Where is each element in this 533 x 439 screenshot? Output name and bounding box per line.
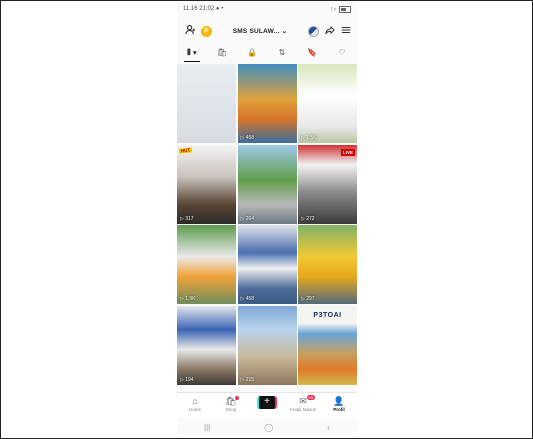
nav-inbox[interactable]: ✉ Kotak Masuk 99 xyxy=(288,395,318,412)
thumbnail-title: P3TOAI xyxy=(313,311,342,319)
tab-bookmark-icon[interactable]: 🔖 xyxy=(301,46,323,62)
view-count: ▷ 264 xyxy=(240,215,255,222)
coin-icon[interactable]: P xyxy=(201,25,212,37)
view-count: ▷ 215 xyxy=(240,376,255,383)
bookmark-icon: 🔖 xyxy=(307,48,317,57)
nav-create-plus[interactable]: + xyxy=(252,396,282,409)
video-grid: ▷ 458 ▷ 1.5K HUT ▷ 317 ▷ 264 LIVE ▷ 272 ▷ 1.9K ▷… xyxy=(177,64,357,390)
video-thumbnail[interactable]: ▷ 194 xyxy=(177,305,236,385)
view-count: ▷ 194 xyxy=(180,376,194,383)
video-thumbnail[interactable]: ▷ 1.5K xyxy=(298,64,357,143)
nav-profile[interactable]: 👤 Profil xyxy=(324,396,354,412)
recent-apps-icon[interactable]: ||| xyxy=(204,423,210,432)
phone-screen: 11.16 21:02 ● • ⁝ ‹ P SMS SULAW... ⌄ ⦀ ▾… xyxy=(177,2,357,434)
status-time: 11.16 21:02 ● • xyxy=(183,6,224,12)
liked-heart-icon: ♡ xyxy=(338,48,346,57)
video-thumbnail[interactable]: ▷ 1.9K xyxy=(177,225,236,304)
tab-shop-icon[interactable]: 🛍 xyxy=(211,46,233,62)
nav-shop[interactable]: 🛍 Shop xyxy=(216,396,246,412)
system-navigation-bar: ||| ◯ ‹ xyxy=(177,420,357,434)
profile-header: P SMS SULAW... ⌄ xyxy=(177,20,357,42)
tab-repost-icon[interactable]: ⇅ xyxy=(271,46,293,62)
nav-label: Profil xyxy=(333,407,345,412)
video-thumbnail[interactable]: ▷ 458 xyxy=(237,225,297,304)
videos-grid-icon: ⦀ ▾ xyxy=(187,48,197,57)
view-count: ▷ 1.9K xyxy=(180,296,196,302)
video-thumbnail[interactable] xyxy=(177,64,236,143)
signal-icon: ⁝ ‹ xyxy=(330,6,336,13)
share-icon[interactable] xyxy=(325,22,335,40)
video-thumbnail[interactable]: ▷ 297 xyxy=(298,225,357,304)
shop-icon: 🛍 xyxy=(216,48,228,57)
status-indicators: ⁝ ‹ xyxy=(330,5,351,13)
video-thumbnail[interactable]: LIVE ▷ 272 xyxy=(298,144,357,224)
inbox-icon: ✉ xyxy=(299,396,307,406)
tab-videos-grid-icon[interactable]: ⦀ ▾ xyxy=(181,46,203,62)
unread-count-badge: 99 xyxy=(306,395,315,400)
tab-private-lock-icon[interactable]: 🔒 xyxy=(241,46,263,62)
notification-dot xyxy=(235,396,239,400)
private-lock-icon: 🔒 xyxy=(247,48,257,57)
status-bar: 11.16 21:02 ● • ⁝ ‹ xyxy=(177,2,357,16)
view-count: ▷ 297 xyxy=(301,296,315,302)
nav-label: Kotak Masuk xyxy=(289,407,316,412)
menu-icon[interactable] xyxy=(341,22,351,40)
nav-home[interactable]: ⌂ Home xyxy=(180,396,210,412)
add-friend-icon[interactable] xyxy=(183,24,197,38)
view-count: ▷ 272 xyxy=(301,215,315,222)
avatar-icon[interactable] xyxy=(308,25,319,37)
home-circle-icon[interactable]: ◯ xyxy=(264,423,273,432)
header-actions xyxy=(308,22,351,40)
video-thumbnail[interactable]: HUT ▷ 317 xyxy=(177,144,236,224)
view-count: ▷ 1.5K xyxy=(301,135,317,141)
home-icon: ⌂ xyxy=(192,396,198,406)
video-thumbnail[interactable]: ▷ 458 xyxy=(237,64,297,143)
video-thumbnail[interactable]: ▷ 264 xyxy=(237,144,297,224)
view-count: ▷ 317 xyxy=(180,215,194,222)
profile-tabs: ⦀ ▾ 🛍 🔒 ⇅ 🔖 ♡ xyxy=(177,46,357,62)
nav-label: Shop xyxy=(225,407,237,412)
view-count: ▷ 458 xyxy=(240,135,255,141)
account-switcher[interactable]: SMS SULAW... ⌄ xyxy=(212,27,308,35)
profile-icon: 👤 xyxy=(333,396,345,406)
view-count: ▷ 458 xyxy=(240,296,255,302)
create-plus-icon: + xyxy=(257,396,277,409)
battery-icon xyxy=(339,5,351,13)
video-thumbnail[interactable]: P3TOAI xyxy=(298,305,357,385)
repost-icon: ⇅ xyxy=(278,48,286,57)
video-thumbnail[interactable]: ▷ 215 xyxy=(237,305,297,385)
bottom-navigation: ⌂ Home 🛍 Shop + ✉ Kotak Masuk 99 👤 Profil xyxy=(177,392,357,418)
thumbnail-badge-red: LIVE xyxy=(340,148,355,156)
thumbnail-badge: HUT xyxy=(178,146,193,154)
back-icon[interactable]: ‹ xyxy=(327,423,330,432)
nav-label: Home xyxy=(188,407,201,412)
tab-liked-heart-icon[interactable]: ♡ xyxy=(331,46,353,62)
